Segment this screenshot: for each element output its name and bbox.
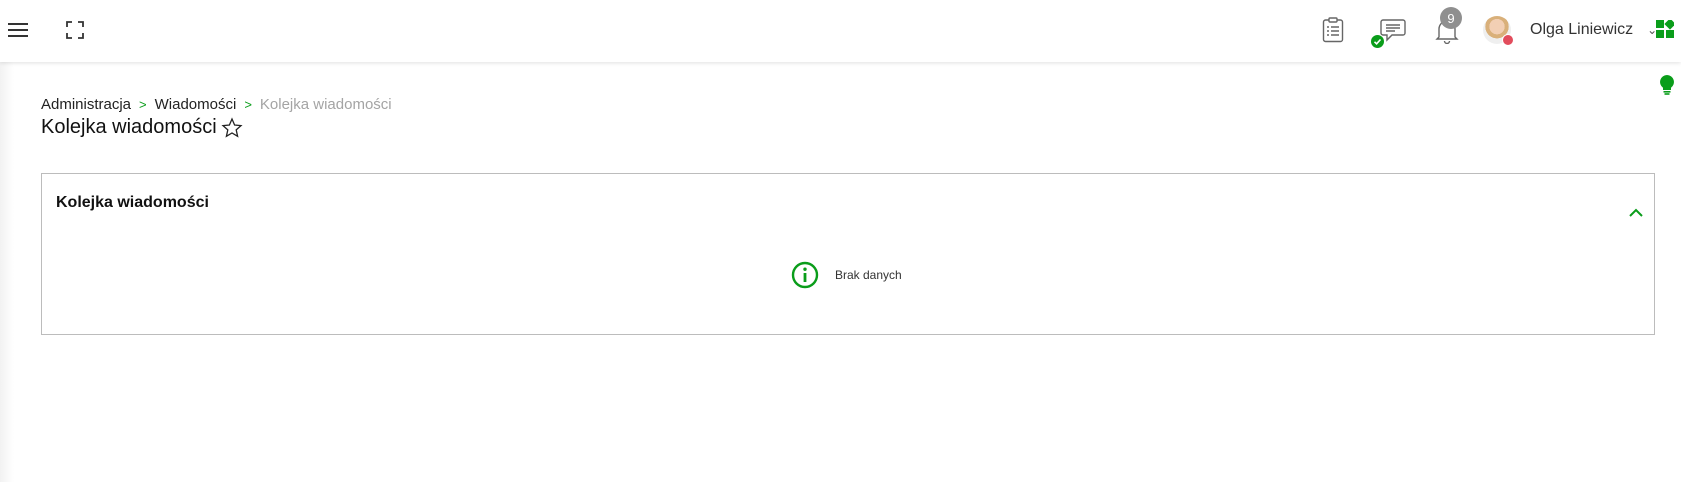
chat-status-indicator <box>1370 34 1385 49</box>
breadcrumb: Administracja > Wiadomości > Kolejka wia… <box>41 96 392 113</box>
breadcrumb-item-wiadomosci[interactable]: Wiadomości <box>155 96 237 113</box>
clipboard-icon <box>1322 17 1344 43</box>
empty-state: Brak danych <box>791 261 902 289</box>
breadcrumb-item-administracja[interactable]: Administracja <box>41 96 131 113</box>
menu-button[interactable] <box>4 16 32 44</box>
breadcrumb-separator: > <box>244 97 252 112</box>
page-title: Kolejka wiadomości <box>41 116 217 138</box>
empty-state-text: Brak danych <box>835 268 902 282</box>
lightbulb-icon <box>1660 75 1674 95</box>
panel-title: Kolejka wiadomości <box>56 194 209 211</box>
menu-icon <box>8 23 28 37</box>
info-icon <box>791 261 819 289</box>
apps-button[interactable] <box>1655 18 1675 40</box>
breadcrumb-separator: > <box>139 97 147 112</box>
message-queue-panel: Kolejka wiadomości Brak danych <box>41 173 1655 335</box>
apps-grid-icon <box>1656 20 1674 38</box>
fullscreen-button[interactable] <box>62 16 88 44</box>
check-icon <box>1373 38 1382 45</box>
page-header: Kolejka wiadomości <box>41 116 243 139</box>
sidebar-edge <box>0 62 14 482</box>
favorite-star-icon[interactable] <box>221 116 243 139</box>
tips-button[interactable] <box>1658 74 1676 96</box>
top-bar: 9 Olga Liniewicz ⌄ <box>0 0 1681 62</box>
notification-count-badge: 9 <box>1440 7 1462 29</box>
user-menu[interactable]: Olga Liniewicz ⌄ <box>1483 12 1657 48</box>
fullscreen-icon <box>66 21 84 39</box>
user-status-indicator <box>1502 34 1514 46</box>
chevron-up-icon[interactable] <box>1626 204 1646 222</box>
tasks-button[interactable] <box>1318 14 1348 46</box>
user-name: Olga Liniewicz <box>1530 21 1634 38</box>
avatar <box>1483 16 1514 46</box>
breadcrumb-item-current: Kolejka wiadomości <box>259 96 392 113</box>
